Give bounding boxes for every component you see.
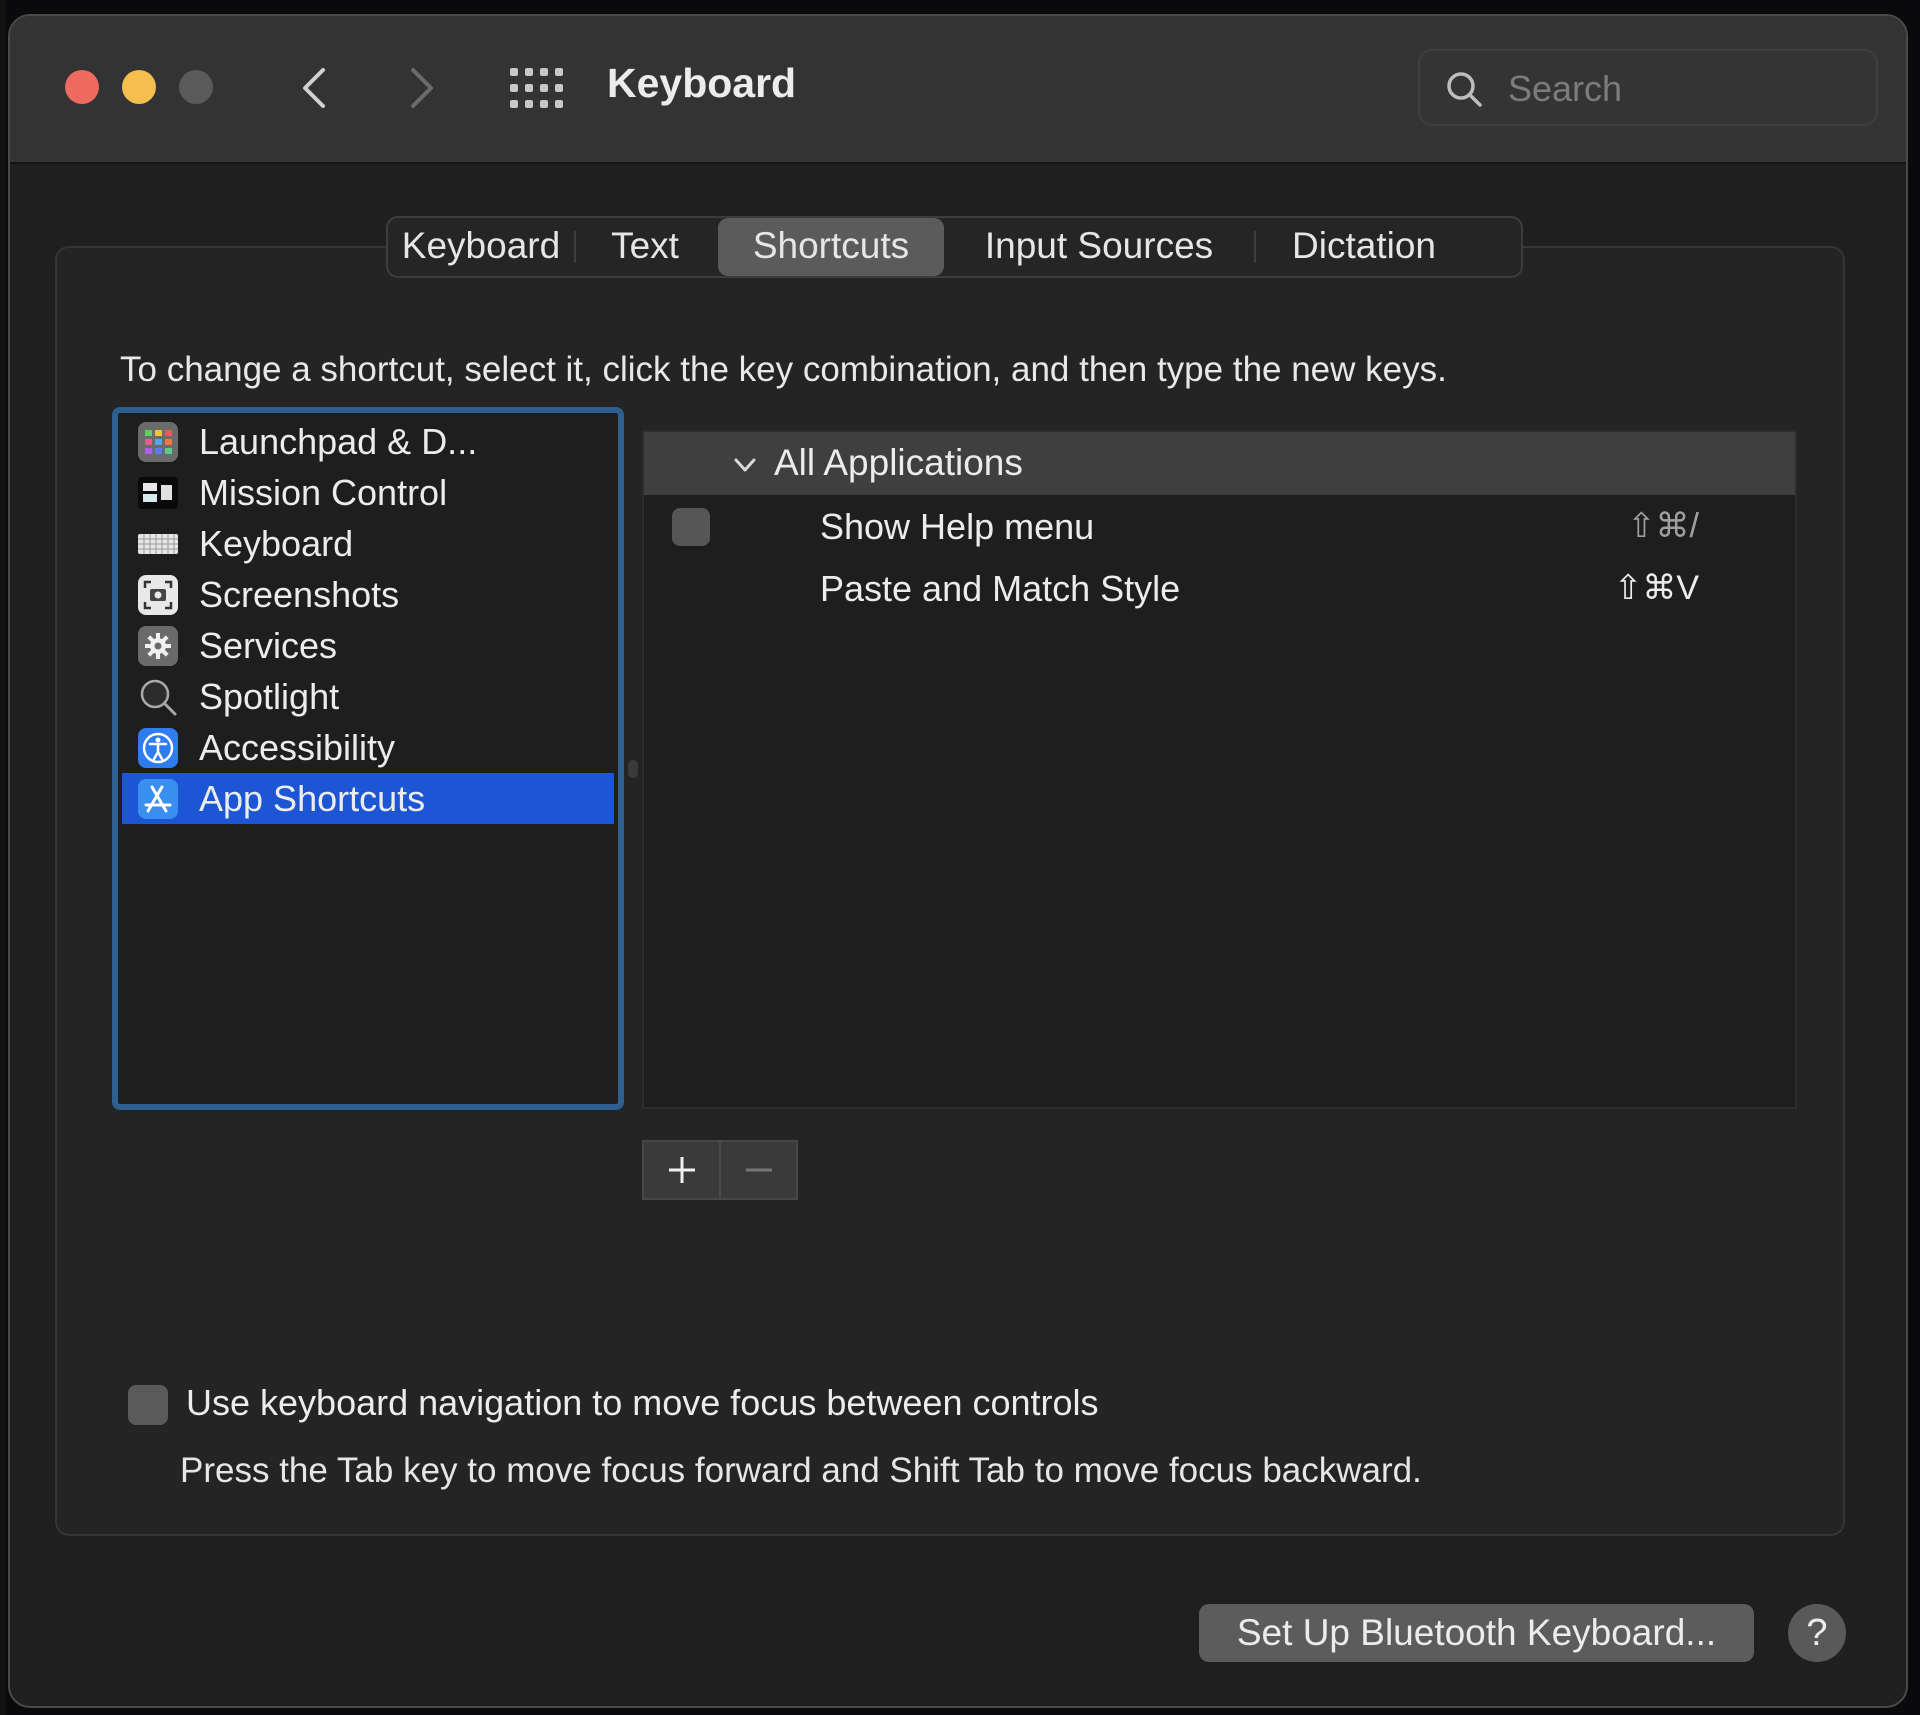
category-app-shortcuts[interactable]: App Shortcuts [122,773,614,824]
app-store-icon [138,778,178,819]
shortcut-name: Show Help menu [820,506,1095,547]
accessibility-icon [138,727,178,768]
shortcuts-table: All Applications Show Help menu ⇧⌘/ Past… [642,430,1797,1109]
category-label: Keyboard [199,522,354,564]
category-label: Screenshots [199,573,400,615]
tab-input-sources[interactable]: Input Sources [944,218,1254,276]
keyboard-icon [138,533,178,554]
remove-shortcut-button[interactable] [721,1142,796,1198]
shortcut-enabled-checkbox[interactable] [672,508,710,546]
tab-shortcuts[interactable]: Shortcuts [718,218,944,276]
category-label: Launchpad & D... [199,420,478,462]
keyboard-navigation-label[interactable]: Use keyboard navigation to move focus be… [186,1382,1099,1424]
back-chevron-icon[interactable] [295,66,335,110]
category-launchpad[interactable]: Launchpad & D... [122,416,614,467]
category-accessibility[interactable]: Accessibility [122,722,614,773]
title-bar: Keyboard [10,16,1906,164]
shortcut-keys[interactable]: ⇧⌘/ [1627,506,1699,546]
plus-icon [668,1157,695,1183]
category-spotlight[interactable]: Spotlight [122,671,614,722]
mission-control-icon [138,476,178,509]
shortcut-category-list[interactable]: Launchpad & D... Mission Control Keyboar… [112,407,624,1110]
launchpad-icon [138,421,178,462]
category-label: Services [199,624,338,666]
search-field[interactable] [1418,49,1878,126]
group-label: All Applications [774,442,1023,483]
window-title: Keyboard [607,60,797,106]
search-icon [1447,72,1482,107]
shortcut-row[interactable]: Paste and Match Style ⇧⌘V [644,558,1795,620]
instruction-text: To change a shortcut, select it, click t… [120,350,1447,389]
show-all-grid-icon[interactable] [510,68,564,108]
minimize-button[interactable] [122,70,156,104]
tab-text[interactable]: Text [576,218,714,276]
keyboard-navigation-checkbox[interactable] [128,1385,168,1425]
disclosure-chevron-down-icon[interactable] [732,452,758,478]
shortcut-name: Paste and Match Style [820,568,1181,609]
tab-keyboard[interactable]: Keyboard [388,218,574,276]
category-screenshots[interactable]: Screenshots [122,569,614,620]
close-button[interactable] [65,70,99,104]
screenshot-icon [138,574,178,615]
shortcut-row[interactable]: Show Help menu ⇧⌘/ [644,496,1795,558]
category-keyboard[interactable]: Keyboard [122,518,614,569]
help-button[interactable]: ? [1788,1604,1846,1662]
tab-dictation[interactable]: Dictation [1256,218,1472,276]
keyboard-navigation-hint: Press the Tab key to move focus forward … [180,1451,1422,1490]
category-label: Accessibility [199,726,396,768]
minus-icon [745,1168,772,1172]
shortcut-keys[interactable]: ⇧⌘V [1614,568,1699,608]
category-services[interactable]: Services [122,620,614,671]
setup-bluetooth-keyboard-button[interactable]: Set Up Bluetooth Keyboard... [1199,1604,1754,1662]
spotlight-icon [140,679,177,715]
tab-bar: Keyboard Text Shortcuts Input Sources Di… [386,216,1523,278]
add-shortcut-button[interactable] [644,1142,721,1198]
forward-chevron-icon[interactable] [401,66,441,110]
category-label: App Shortcuts [199,777,426,819]
desktop-edge [0,0,6,1715]
zoom-button[interactable] [179,70,213,104]
category-mission-control[interactable]: Mission Control [122,467,614,518]
category-label: Mission Control [199,471,448,513]
add-remove-control [642,1140,798,1200]
search-input[interactable] [1506,63,1850,115]
category-label: Spotlight [199,675,340,717]
group-row-all-applications[interactable]: All Applications [644,432,1795,495]
split-view-divider-handle[interactable] [628,760,638,778]
gear-icon [138,625,178,666]
